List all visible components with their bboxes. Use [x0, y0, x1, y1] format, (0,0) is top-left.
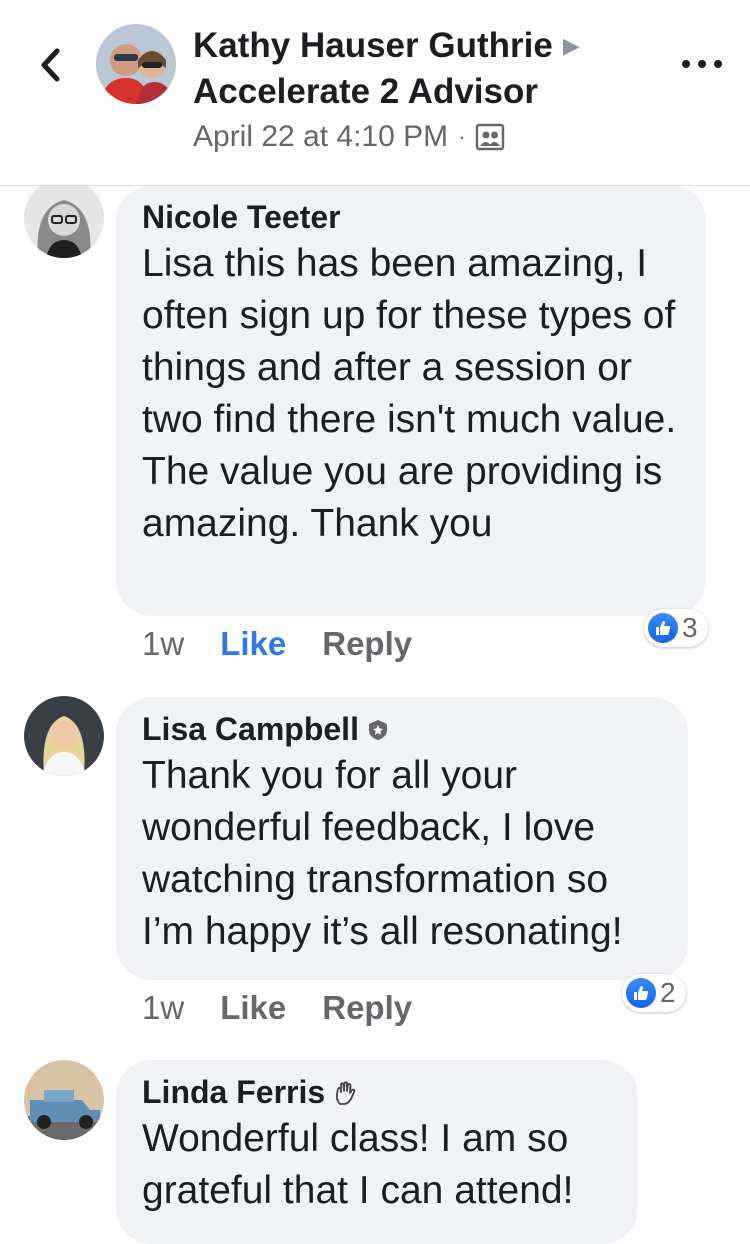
commenter-avatar[interactable] — [24, 1060, 104, 1140]
comment-bubble[interactable]: Nicole Teeter Lisa this has been amazing… — [116, 185, 706, 616]
meta-separator: · — [458, 124, 466, 149]
comment-bubble[interactable]: Linda Ferris Wonderful class! I am so gr… — [116, 1060, 638, 1244]
commenter-avatar[interactable] — [24, 178, 104, 258]
commenter-name[interactable]: Lisa Campbell — [142, 711, 662, 748]
more-dot-icon — [682, 60, 690, 68]
commenter-avatar[interactable] — [24, 696, 104, 776]
comment-time[interactable]: 1w — [142, 625, 184, 663]
comment-actions: 1w Like Reply — [142, 989, 412, 1027]
reaction-count-number: 2 — [660, 977, 676, 1008]
thumbs-up-icon — [648, 613, 678, 643]
triangle-right-icon: ▶ — [562, 33, 580, 58]
post-header: Kathy Hauser Guthrie ▶ Accelerate 2 Advi… — [0, 0, 750, 186]
reply-button[interactable]: Reply — [322, 625, 412, 663]
chevron-left-icon — [41, 48, 60, 82]
more-dot-icon — [714, 60, 722, 68]
admin-shield-icon — [367, 719, 389, 741]
more-options-button[interactable] — [682, 52, 722, 76]
back-button[interactable] — [30, 40, 70, 90]
reaction-count-number: 3 — [682, 612, 698, 643]
commenter-name-text[interactable]: Nicole Teeter — [142, 199, 341, 236]
commenter-name-text[interactable]: Linda Ferris — [142, 1074, 325, 1111]
comment-text: Lisa this has been amazing, I often sign… — [142, 242, 677, 545]
post-timestamp[interactable]: April 22 at 4:10 PM — [193, 120, 448, 154]
author-avatar[interactable] — [96, 24, 176, 104]
group-audience-icon — [476, 123, 505, 151]
commenter-name[interactable]: Linda Ferris — [142, 1074, 612, 1111]
reply-button[interactable]: Reply — [322, 989, 412, 1027]
reaction-count[interactable]: 2 — [622, 974, 686, 1012]
comment-time[interactable]: 1w — [142, 989, 184, 1027]
post-meta: April 22 at 4:10 PM · — [193, 120, 505, 154]
comment-text: Wonderful class! I am so grateful that I… — [142, 1117, 574, 1212]
comment-actions: 1w Like Reply — [142, 625, 412, 663]
group-name[interactable]: Accelerate 2 Advisor — [193, 72, 538, 112]
waving-hand-icon — [333, 1080, 359, 1106]
post-author-name[interactable]: Kathy Hauser Guthrie — [193, 26, 553, 66]
post-author[interactable]: Kathy Hauser Guthrie ▶ — [193, 26, 580, 66]
comment-bubble[interactable]: Lisa Campbell Thank you for all your won… — [116, 697, 688, 980]
commenter-name-text[interactable]: Lisa Campbell — [142, 711, 359, 748]
more-dot-icon — [698, 60, 706, 68]
like-button[interactable]: Like — [220, 989, 286, 1027]
comment-text: Thank you for all your wonderful feedbac… — [142, 754, 623, 953]
commenter-name[interactable]: Nicole Teeter — [142, 199, 680, 236]
like-button[interactable]: Like — [220, 625, 286, 663]
reaction-count[interactable]: 3 — [644, 609, 708, 647]
thumbs-up-icon — [626, 978, 656, 1008]
